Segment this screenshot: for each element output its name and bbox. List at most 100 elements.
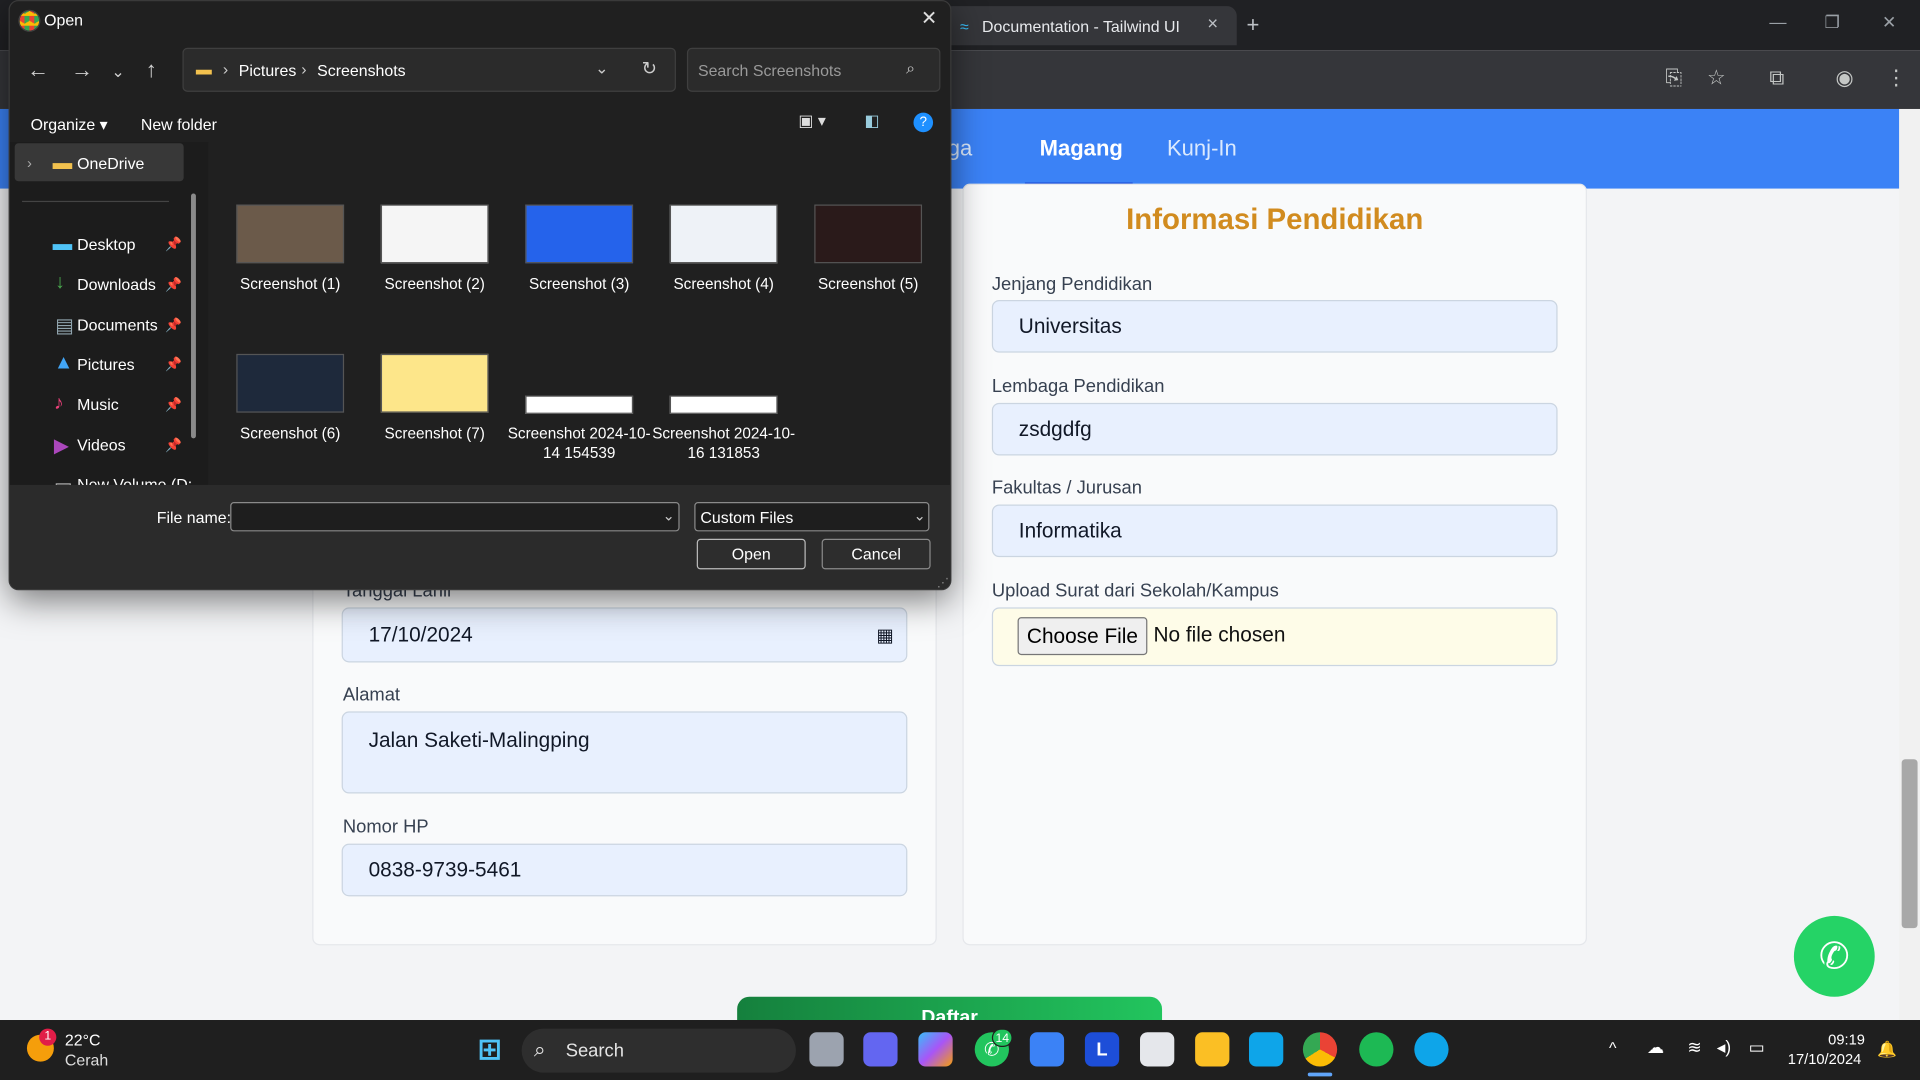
file-name-input[interactable]: ⌄ xyxy=(230,502,680,532)
translate-icon[interactable]: ⎘ xyxy=(1665,66,1682,90)
extensions-icon[interactable]: ⧉ xyxy=(1769,66,1784,90)
jenjang-select[interactable]: Universitas xyxy=(991,300,1558,353)
open-button[interactable]: Open xyxy=(696,538,806,570)
file-item[interactable]: Screenshot (3) xyxy=(506,204,653,339)
downloads-icon: ↓ xyxy=(55,271,65,293)
task-view-icon[interactable] xyxy=(809,1032,844,1067)
help-icon[interactable]: ? xyxy=(913,112,934,133)
tailwind-icon: ≈ xyxy=(960,17,969,36)
l-app-icon[interactable]: L xyxy=(1084,1032,1120,1067)
dialog-close-icon[interactable]: ✕ xyxy=(921,6,937,30)
search-box[interactable]: Search Screenshots ⌕ xyxy=(686,47,941,92)
calendar-icon[interactable]: ▦ xyxy=(877,624,894,646)
nav-item-desktop[interactable]: Desktop xyxy=(77,235,135,253)
whatsapp-badge: 14 xyxy=(991,1028,1013,1047)
app-icon[interactable] xyxy=(1414,1032,1449,1067)
view-icon[interactable]: ▣ ▾ xyxy=(798,111,825,131)
scrollbar-thumb[interactable] xyxy=(1901,759,1918,929)
copilot-icon[interactable] xyxy=(918,1032,953,1067)
expand-chevron-icon[interactable]: › xyxy=(27,154,32,171)
store-icon[interactable] xyxy=(1140,1032,1175,1067)
new-folder-button[interactable]: New folder xyxy=(141,115,217,133)
notification-bell-icon[interactable]: 🔔 xyxy=(1877,1040,1897,1060)
path-dropdown-icon[interactable]: ⌄ xyxy=(595,59,608,79)
vscode-icon[interactable] xyxy=(1248,1032,1284,1067)
volume-icon[interactable]: ◂) xyxy=(1717,1037,1731,1058)
alamat-textarea[interactable]: Jalan Saketi-Malingping xyxy=(341,711,908,794)
back-arrow-icon[interactable]: ← xyxy=(27,58,49,84)
refresh-icon[interactable]: ↻ xyxy=(642,58,657,80)
fakultas-label: Fakultas / Jurusan xyxy=(991,477,1142,499)
chrome-taskbar-icon[interactable] xyxy=(1302,1032,1338,1067)
file-thumbnail xyxy=(669,395,778,414)
taskbar-search[interactable]: ⌕ Search xyxy=(521,1028,796,1073)
choose-file-button[interactable]: Choose File xyxy=(1017,617,1148,656)
search-icon: ⌕ xyxy=(906,58,916,78)
nav-item-videos[interactable]: Videos xyxy=(77,436,125,454)
nav-item-pictures[interactable]: Pictures xyxy=(77,355,135,373)
clock-time[interactable]: 09:19 xyxy=(1828,1031,1865,1048)
pin-icon: 📌 xyxy=(165,318,183,334)
nav-item-onedrive[interactable]: OneDrive xyxy=(77,154,144,172)
folder-icon: ▬ xyxy=(195,60,212,79)
start-button[interactable]: ⊞ xyxy=(473,1032,507,1066)
address-bar[interactable]: ▬ › Pictures › Screenshots ⌄ ↻ xyxy=(182,47,676,92)
nav-item-magang[interactable]: Magang xyxy=(1040,136,1123,162)
tab-close-icon[interactable]: × xyxy=(1207,13,1218,34)
teams-icon[interactable] xyxy=(863,1032,898,1067)
file-item[interactable]: Screenshot 2024-10-16 131853 xyxy=(650,354,797,489)
hp-input[interactable]: 0838-9739-5461 xyxy=(341,843,908,897)
path-screenshots[interactable]: Screenshots xyxy=(317,61,405,79)
file-thumbnail xyxy=(236,204,345,264)
lembaga-input[interactable]: zsdgdfg xyxy=(991,402,1558,456)
maximize-button[interactable]: ❐ xyxy=(1825,12,1840,33)
organize-menu[interactable]: Organize ▾ xyxy=(31,115,108,135)
weather-desc: Cerah xyxy=(64,1050,109,1069)
tanggal-input[interactable]: 17/10/2024 ▦ xyxy=(341,607,908,663)
nav-scrollbar[interactable] xyxy=(191,193,196,439)
browser-tab[interactable]: ≈ Documentation - Tailwind UI × xyxy=(942,6,1237,46)
up-arrow-icon[interactable]: ↑ xyxy=(146,58,157,84)
file-item[interactable]: Screenshot (2) xyxy=(361,204,508,339)
active-app-indicator xyxy=(1307,1072,1333,1077)
forward-arrow-icon[interactable]: → xyxy=(71,58,93,84)
new-tab-button[interactable]: + xyxy=(1247,12,1260,38)
bookmark-star-icon[interactable]: ☆ xyxy=(1707,66,1726,90)
clock-date[interactable]: 17/10/2024 xyxy=(1788,1051,1862,1068)
cancel-button[interactable]: Cancel xyxy=(821,538,931,570)
file-item[interactable]: Screenshot 2024-10-14 154539 xyxy=(506,354,653,489)
recent-chevron-icon[interactable]: ⌄ xyxy=(111,62,124,82)
file-item[interactable]: Screenshot (4) xyxy=(650,204,797,339)
onedrive-folder-icon: ▬ xyxy=(52,153,73,174)
resize-grip-icon[interactable]: ⋰ xyxy=(937,577,949,589)
file-item[interactable]: Screenshot (1) xyxy=(217,204,364,339)
app-icon[interactable] xyxy=(1029,1032,1065,1067)
nav-item-documents[interactable]: Documents xyxy=(77,316,158,334)
window-close-button[interactable]: ✕ xyxy=(1882,12,1896,33)
wifi-icon[interactable]: ≋ xyxy=(1687,1037,1701,1058)
file-name-dropdown-icon[interactable]: ⌄ xyxy=(662,507,674,524)
fakultas-input[interactable]: Informatika xyxy=(991,504,1558,558)
nav-item-downloads[interactable]: Downloads xyxy=(77,276,156,294)
file-item[interactable]: Screenshot (5) xyxy=(795,204,942,339)
whatsapp-fab[interactable]: ✆ xyxy=(1793,915,1875,997)
profile-icon[interactable]: ◉ xyxy=(1836,66,1854,90)
menu-icon[interactable]: ⋮ xyxy=(1886,66,1907,90)
file-type-dropdown-icon: ⌄ xyxy=(913,506,926,525)
battery-icon[interactable]: ▭ xyxy=(1749,1037,1765,1058)
file-item[interactable]: Screenshot (6) xyxy=(217,353,364,489)
file-label: Screenshot (4) xyxy=(673,275,774,293)
file-type-select[interactable]: Custom Files ⌄ xyxy=(694,502,930,532)
file-item[interactable]: Screenshot (7) xyxy=(361,353,508,489)
onedrive-tray-icon[interactable]: ☁ xyxy=(1647,1037,1664,1058)
nav-divider xyxy=(22,200,169,203)
spotify-icon[interactable] xyxy=(1359,1032,1394,1067)
tray-chevron-icon[interactable]: ^ xyxy=(1609,1038,1616,1056)
path-pictures[interactable]: Pictures xyxy=(239,61,297,79)
nav-item-kunjin[interactable]: Kunj-In xyxy=(1167,136,1237,162)
minimize-button[interactable]: — xyxy=(1769,12,1786,32)
nav-item-music[interactable]: Music xyxy=(77,396,119,414)
file-thumbnail xyxy=(380,353,489,413)
file-explorer-icon[interactable] xyxy=(1195,1032,1230,1067)
preview-pane-icon[interactable]: ◧ xyxy=(864,111,879,131)
